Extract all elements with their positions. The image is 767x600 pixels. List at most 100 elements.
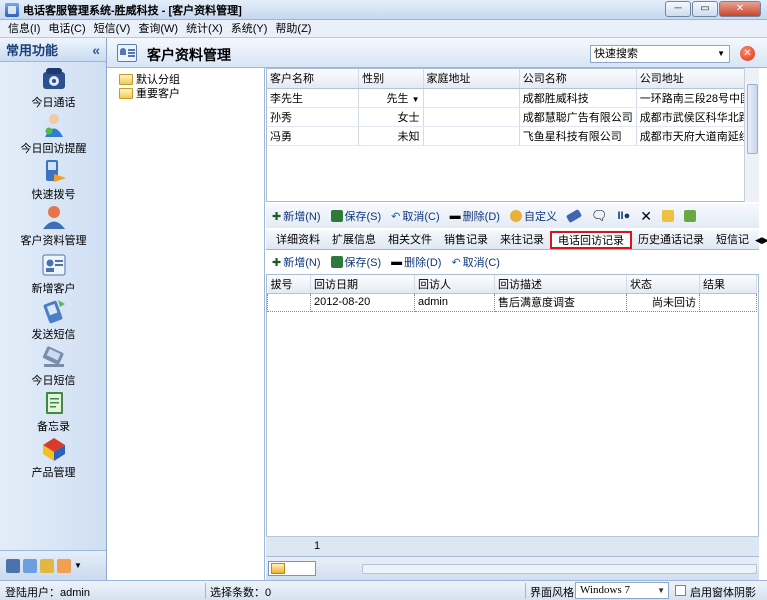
phone-shortcut-icon[interactable] — [6, 558, 20, 573]
menu-query[interactable]: 查询(W) — [134, 20, 182, 38]
column-header[interactable]: 状态 — [626, 275, 700, 294]
ui-style-select[interactable]: Windows 7 ▼ — [575, 582, 669, 599]
sidebar-item-product-management[interactable]: 产品管理 — [0, 436, 107, 480]
customize-button[interactable]: 自定义 — [509, 208, 557, 224]
open-folder-icon — [119, 73, 133, 85]
undo-icon: ↶ — [451, 256, 461, 269]
minimize-button[interactable]: ─ — [665, 1, 691, 17]
menu-stats[interactable]: 统计(X) — [182, 20, 227, 38]
customer-toolbar: ✚ 新增(N) 保存(S) ↶ 取消(C) ▬ 删除(D) 自定义 🗨 II● ✕ — [266, 204, 759, 228]
tab-scroll-arrows[interactable]: ◀▶ — [755, 230, 767, 249]
tab-call-history[interactable]: 历史通话记录 — [632, 230, 710, 249]
send-sms-icon — [43, 300, 65, 324]
close-icon[interactable]: ✕ — [640, 208, 652, 225]
sidebar-item-memo[interactable]: 备忘录 — [0, 390, 107, 434]
table-row[interactable]: 李先生 先生 ▼ 成都胜威科技 一环路南三段28号中国 — [267, 88, 756, 108]
menu-help[interactable]: 帮助(Z) — [271, 20, 315, 38]
customer-card-icon — [117, 44, 137, 62]
tab-phone-followup[interactable]: 电话回访记录 — [550, 231, 632, 249]
table-cell — [423, 88, 520, 108]
add-followup-button[interactable]: ✚ 新增(N) — [272, 254, 321, 270]
sidebar-item-followup-reminder[interactable]: 今日回访提醒 — [0, 112, 107, 156]
title-bar: 电话客服管理系统-胜威科技 - [客户资料管理] ─ ▭ ✕ — [0, 0, 767, 20]
table-cell — [423, 107, 520, 127]
delete-customer-button[interactable]: ▬ 删除(D) — [450, 208, 500, 224]
table-cell: 成都胜威科技 — [519, 88, 637, 108]
window-shadow-checkbox[interactable] — [675, 585, 686, 596]
sidebar-item-send-sms[interactable]: 发送短信 — [0, 298, 107, 342]
dial-shortcut-icon[interactable] — [23, 558, 37, 573]
home-shortcut-icon[interactable] — [57, 558, 71, 573]
folder-open-icon[interactable] — [661, 210, 674, 222]
customer-table: 客户名称 性别 家庭地址 公司名称 公司地址 李先生 先生 ▼ 成都胜威科技 一… — [267, 69, 756, 146]
record-count: 1 — [314, 540, 321, 552]
sidebar-item-today-sms[interactable]: 今日短信 — [0, 344, 107, 388]
gender-select[interactable]: 先生 ▼ — [358, 88, 424, 108]
cancel-customer-button[interactable]: ↶ 取消(C) — [391, 208, 440, 224]
table-cell: 李先生 — [267, 88, 360, 108]
column-header[interactable]: 公司名称 — [519, 69, 637, 89]
tab-sms[interactable]: 短信记 — [710, 230, 755, 249]
tab-details[interactable]: 详细资料 — [270, 230, 326, 249]
record-icon[interactable]: II● — [617, 210, 630, 222]
table-cell: 飞鱼星科技有限公司 — [519, 126, 637, 146]
sidebar-shortcut-bar: ▼ — [0, 550, 106, 580]
scrollbar-thumb[interactable] — [747, 84, 758, 154]
horizontal-scrollbar[interactable] — [362, 564, 757, 574]
close-window-button[interactable]: ✕ — [719, 1, 761, 17]
quick-search-select[interactable]: 快速搜索 ▼ — [590, 45, 730, 63]
table-row[interactable]: 冯勇 未知 飞鱼星科技有限公司 成都市天府大道南延线 — [267, 126, 756, 146]
export-icon[interactable] — [683, 210, 696, 222]
message-icon[interactable]: 🗨 — [591, 208, 608, 224]
tree-item-vip-customers[interactable]: 重要客户 — [119, 85, 180, 101]
sidebar-item-quick-dial[interactable]: 快速拨号 — [0, 158, 107, 202]
column-header[interactable]: 结果 — [699, 275, 757, 294]
customer-grid: 客户名称 性别 家庭地址 公司名称 公司地址 李先生 先生 ▼ 成都胜威科技 一… — [266, 68, 756, 202]
main-panel: 客户资料管理 快速搜索 ▼ ✕ 默认分组 重要客户 客户名称 性别 家庭地址 公… — [107, 38, 767, 580]
column-header[interactable]: 拔号 — [267, 275, 311, 294]
sidebar-item-new-customer[interactable]: 新增客户 — [0, 252, 107, 296]
page-selector[interactable] — [268, 561, 316, 576]
menu-info[interactable]: 信息(I) — [4, 20, 44, 38]
column-header[interactable]: 客户名称 — [267, 69, 360, 89]
column-header[interactable]: 回访人 — [414, 275, 495, 294]
sidebar-item-label: 今日通话 — [31, 97, 76, 109]
tab-extended-info[interactable]: 扩展信息 — [326, 230, 382, 249]
delete-followup-button[interactable]: ▬ 删除(D) — [391, 254, 441, 270]
column-header[interactable]: 回访描述 — [494, 275, 627, 294]
maximize-button[interactable]: ▭ — [692, 1, 718, 17]
column-header[interactable]: 性别 — [358, 69, 424, 89]
table-row[interactable]: 2012-08-20 admin 售后满意度调查 尚未回访 — [267, 292, 757, 312]
cancel-followup-button[interactable]: ↶ 取消(C) — [451, 254, 500, 270]
column-header[interactable]: 公司地址 — [636, 69, 756, 89]
table-row[interactable]: 孙秀 女士 成都慧聪广告有限公司 成都市武侯区科华北路 — [267, 107, 756, 127]
tab-contact-records[interactable]: 来往记录 — [494, 230, 550, 249]
menu-phone[interactable]: 电话(C) — [44, 20, 89, 38]
selected-count: 选择条数：0 — [210, 587, 272, 599]
sidebar-header: 常用功能 « — [0, 38, 106, 62]
sidebar-item-customer-management[interactable]: 客户资料管理 — [0, 204, 107, 248]
column-header[interactable]: 家庭地址 — [423, 69, 520, 89]
page-title: 客户资料管理 — [147, 47, 231, 63]
sidebar-item-label: 快速拨号 — [31, 189, 76, 201]
save-customer-button[interactable]: 保存(S) — [330, 208, 381, 224]
sidebar-item-label: 新增客户 — [31, 283, 76, 295]
menu-sms[interactable]: 短信(V) — [90, 20, 135, 38]
customer-grid-scrollbar[interactable] — [744, 68, 759, 202]
minus-icon: ▬ — [449, 210, 461, 222]
collapse-sidebar-button[interactable]: « — [92, 42, 100, 58]
save-followup-button[interactable]: 保存(S) — [330, 254, 381, 270]
phone-handset-icon[interactable] — [565, 209, 583, 223]
column-header[interactable]: 回访日期 — [310, 275, 415, 294]
close-page-button[interactable]: ✕ — [740, 46, 755, 61]
sidebar-item-today-calls[interactable]: 今日通话 — [0, 66, 107, 110]
search-shortcut-icon[interactable] — [40, 558, 54, 573]
menu-system[interactable]: 系统(Y) — [227, 20, 272, 38]
tab-sales-records[interactable]: 销售记录 — [438, 230, 494, 249]
detail-tabs: 详细资料 扩展信息 相关文件 销售记录 来往记录 电话回访记录 历史通话记录 短… — [266, 230, 767, 250]
tab-related-files[interactable]: 相关文件 — [382, 230, 438, 249]
tree-item-label: 重要客户 — [136, 88, 180, 100]
add-customer-button[interactable]: ✚ 新增(N) — [272, 208, 321, 224]
chevron-down-icon[interactable]: ▼ — [74, 561, 82, 570]
sidebar-item-label: 客户资料管理 — [20, 235, 87, 247]
